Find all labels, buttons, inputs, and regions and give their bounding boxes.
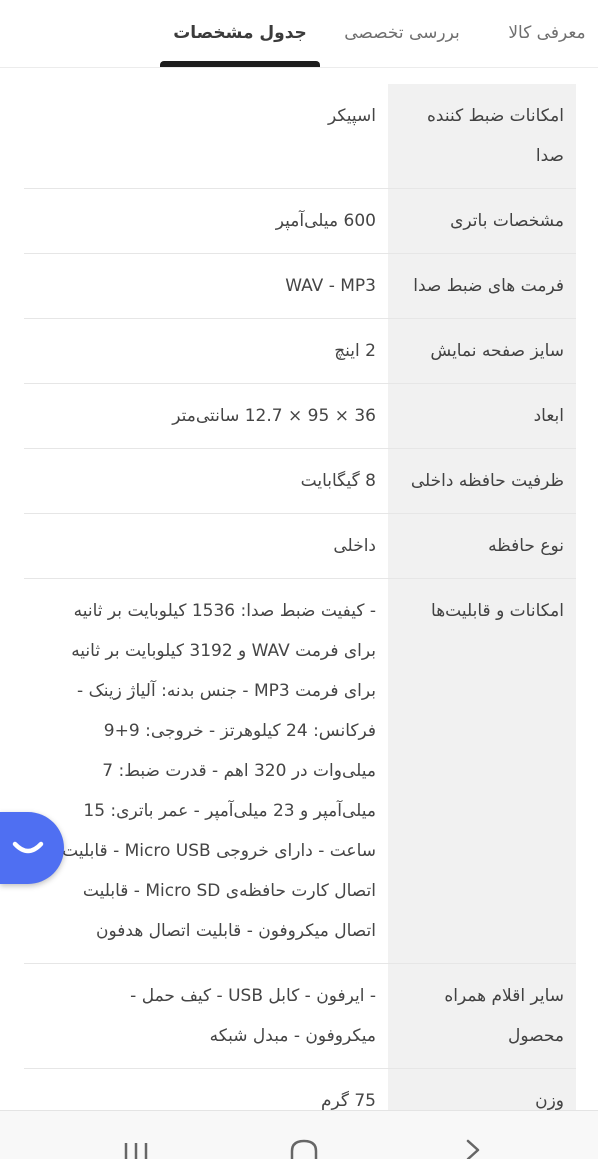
system-navigation-bar: [0, 1110, 598, 1159]
spec-key: فرمت های ضبط صدا: [388, 254, 576, 318]
spec-value: 8 گیگابایت: [300, 471, 376, 491]
spec-value: WAV - MP3: [285, 276, 376, 296]
spec-value: 600 میلی‌آمپر: [275, 211, 376, 231]
spec-row: فرمت های ضبط صدا WAV - MP3: [24, 254, 576, 319]
spec-row: سایر اقلام همراه محصول - ایرفون - کابل U…: [24, 964, 576, 1069]
chat-smile-icon: [12, 841, 44, 854]
spec-row: امکانات ضبط کننده صدا اسپیکر: [24, 84, 576, 189]
recent-apps-icon[interactable]: [122, 1137, 150, 1159]
spec-key: امکانات ضبط کننده صدا: [388, 84, 576, 188]
spec-key: مشخصات باتری: [388, 189, 576, 253]
spec-value: 36 × 95 × 12.7 سانتی‌متر: [172, 406, 376, 426]
spec-value: - کیفیت ضبط صدا: 1536 کیلوبایت بر ثانیه …: [62, 601, 376, 941]
spec-row: نوع حافظه داخلی: [24, 514, 576, 579]
spec-key: سایز صفحه نمایش: [388, 319, 576, 383]
spec-row: امکانات و قابلیت‌ها - کیفیت ضبط صدا: 153…: [24, 579, 576, 964]
spec-row: ظرفیت حافظه داخلی 8 گیگابایت: [24, 449, 576, 514]
spec-key: سایر اقلام همراه محصول: [388, 964, 576, 1068]
active-tab-indicator: [160, 61, 320, 67]
product-tabs: معرفی کالا بررسی تخصصی جدول مشخصات: [0, 0, 598, 68]
spec-row: سایز صفحه نمایش 2 اینچ: [24, 319, 576, 384]
tab-product-intro[interactable]: معرفی کالا: [496, 0, 598, 66]
spec-value: داخلی: [333, 536, 376, 556]
specs-table: امکانات ضبط کننده صدا اسپیکر مشخصات باتر…: [24, 84, 576, 1133]
spec-key: امکانات و قابلیت‌ها: [388, 579, 576, 963]
spec-value: - ایرفون - کابل USB - کیف حمل - میکروفون…: [130, 986, 376, 1046]
spec-row: مشخصات باتری 600 میلی‌آمپر: [24, 189, 576, 254]
spec-key: ظرفیت حافظه داخلی: [388, 449, 576, 513]
spec-value: 2 اینچ: [334, 341, 376, 361]
spec-row: ابعاد 36 × 95 × 12.7 سانتی‌متر: [24, 384, 576, 449]
spec-key: ابعاد: [388, 384, 576, 448]
tab-specs-table[interactable]: جدول مشخصات: [160, 0, 320, 66]
home-icon[interactable]: [288, 1137, 320, 1159]
spec-key: نوع حافظه: [388, 514, 576, 578]
tab-expert-review[interactable]: بررسی تخصصی: [334, 0, 470, 66]
back-icon[interactable]: [460, 1137, 484, 1159]
spec-value: اسپیکر: [328, 106, 376, 126]
